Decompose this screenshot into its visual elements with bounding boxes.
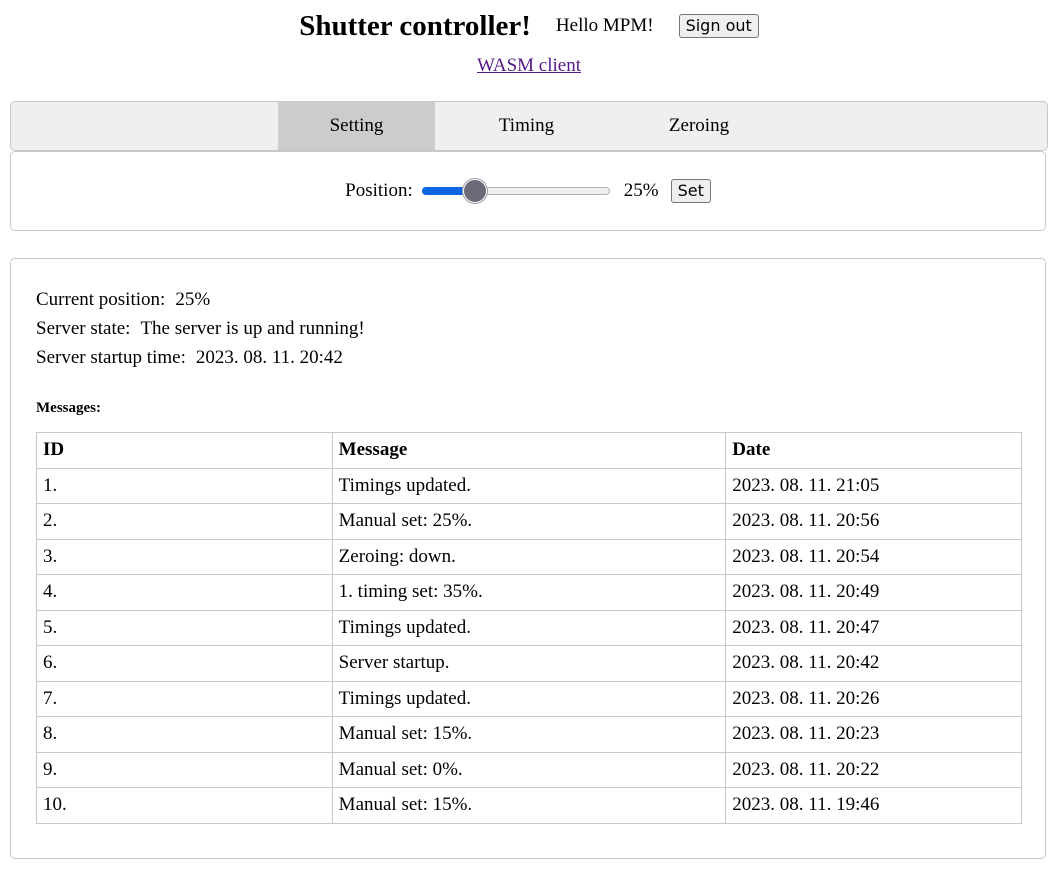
set-button[interactable]: Set — [670, 179, 711, 203]
column-header-message: Message — [331, 432, 727, 469]
cell-date: 2023. 08. 11. 19:46 — [725, 787, 1022, 824]
cell-id: 1. — [36, 467, 333, 504]
table-row: 7. Timings updated. 2023. 08. 11. 20:26 — [36, 680, 1022, 717]
cell-id: 2. — [36, 503, 333, 540]
tab-bar: Setting Timing Zeroing — [10, 101, 1048, 151]
table-row: 10. Manual set: 15%. 2023. 08. 11. 19:46 — [36, 787, 1022, 824]
server-info: Current position: 25% Server state: The se… — [36, 285, 365, 372]
cell-id: 8. — [36, 716, 333, 753]
table-row: 6. Server startup. 2023. 08. 11. 20:42 — [36, 645, 1022, 682]
cell-date: 2023. 08. 11. 20:54 — [725, 538, 1022, 575]
table-header-row: ID Message Date — [36, 432, 1022, 469]
current-position-line: Current position: 25% — [36, 285, 365, 314]
cell-date: 2023. 08. 11. 20:42 — [725, 645, 1022, 682]
page: Shutter controller! Hello MPM! Sign out … — [0, 0, 1058, 870]
cell-date: 2023. 08. 11. 20:23 — [725, 716, 1022, 753]
cell-message: Manual set: 0%. — [331, 751, 727, 788]
cell-id: 10. — [36, 787, 333, 824]
cell-message: Zeroing: down. — [331, 538, 727, 575]
current-position-label: Current position: — [36, 289, 166, 310]
cell-message: Manual set: 15%. — [331, 716, 727, 753]
startup-time-label: Server startup time: — [36, 347, 186, 368]
cell-id: 3. — [36, 538, 333, 575]
table-row: 4. 1. timing set: 35%. 2023. 08. 11. 20:… — [36, 574, 1022, 611]
column-header-date: Date — [725, 432, 1022, 469]
cell-message: Timings updated. — [331, 680, 727, 717]
position-value: 25% — [623, 180, 659, 201]
startup-time-line: Server startup time: 2023. 08. 11. 20:42 — [36, 343, 365, 372]
app-title: Shutter controller! — [299, 9, 531, 42]
messages-table: ID Message Date 1. Timings updated. 2023… — [36, 432, 1022, 824]
tab-setting[interactable]: Setting — [278, 102, 435, 150]
table-row: 9. Manual set: 0%. 2023. 08. 11. 20:22 — [36, 751, 1022, 788]
cell-id: 4. — [36, 574, 333, 611]
header: Shutter controller! Hello MPM! Sign out — [0, 6, 1058, 46]
tab-zeroing[interactable]: Zeroing — [618, 102, 780, 150]
current-position-value: 25% — [175, 289, 211, 310]
position-label: Position: — [345, 180, 413, 201]
cell-id: 9. — [36, 751, 333, 788]
cell-message: Manual set: 15%. — [331, 787, 727, 824]
cell-date: 2023. 08. 11. 20:47 — [725, 609, 1022, 646]
wasm-client-link[interactable]: WASM client — [477, 55, 581, 76]
position-panel: Position: 25% Set — [10, 151, 1046, 231]
cell-date: 2023. 08. 11. 20:22 — [725, 751, 1022, 788]
table-row: 1. Timings updated. 2023. 08. 11. 21:05 — [36, 467, 1022, 504]
greeting-text: Hello MPM! — [555, 15, 654, 36]
sign-out-button[interactable]: Sign out — [678, 14, 759, 38]
cell-id: 6. — [36, 645, 333, 682]
server-state-label: Server state: — [36, 318, 131, 339]
cell-message: Server startup. — [331, 645, 727, 682]
server-state-value: The server is up and running! — [140, 318, 365, 339]
position-slider[interactable] — [421, 179, 610, 203]
wasm-link-container: WASM client — [0, 55, 1058, 77]
tab-timing[interactable]: Timing — [435, 102, 618, 150]
cell-message: Manual set: 25%. — [331, 503, 727, 540]
table-row: 8. Manual set: 15%. 2023. 08. 11. 20:23 — [36, 716, 1022, 753]
table-row: 2. Manual set: 25%. 2023. 08. 11. 20:56 — [36, 503, 1022, 540]
cell-date: 2023. 08. 11. 20:56 — [725, 503, 1022, 540]
column-header-id: ID — [36, 432, 333, 469]
cell-id: 5. — [36, 609, 333, 646]
startup-time-value: 2023. 08. 11. 20:42 — [195, 347, 343, 368]
table-row: 3. Zeroing: down. 2023. 08. 11. 20:54 — [36, 538, 1022, 575]
slider-thumb[interactable] — [463, 179, 488, 203]
cell-message: Timings updated. — [331, 609, 727, 646]
table-row: 5. Timings updated. 2023. 08. 11. 20:47 — [36, 609, 1022, 646]
cell-id: 7. — [36, 680, 333, 717]
server-state-line: Server state: The server is up and runnin… — [36, 314, 365, 343]
cell-date: 2023. 08. 11. 21:05 — [725, 467, 1022, 504]
info-panel: Current position: 25% Server state: The se… — [10, 258, 1046, 859]
cell-message: Timings updated. — [331, 467, 727, 504]
cell-date: 2023. 08. 11. 20:49 — [725, 574, 1022, 611]
cell-message: 1. timing set: 35%. — [331, 574, 727, 611]
cell-date: 2023. 08. 11. 20:26 — [725, 680, 1022, 717]
messages-heading: Messages: — [36, 400, 101, 416]
